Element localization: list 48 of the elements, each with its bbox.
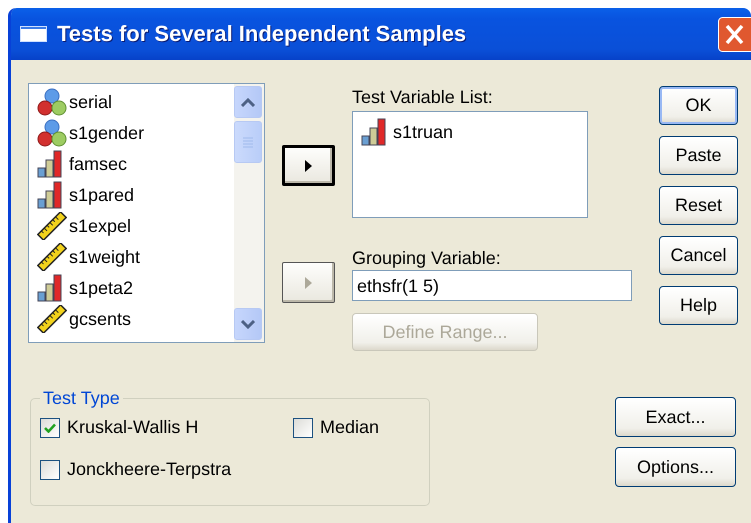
up-caret-icon <box>241 98 255 106</box>
bar-chart-icon <box>37 150 63 178</box>
scroll-thumb[interactable] <box>234 121 262 163</box>
dialog-button[interactable]: Cancel <box>659 236 738 275</box>
dialog-button[interactable]: Paste <box>659 136 738 175</box>
checkbox[interactable] <box>40 418 60 438</box>
dialog-button[interactable]: Help <box>659 286 738 325</box>
grip-icon <box>243 136 253 148</box>
variable-item[interactable]: s1truan <box>393 120 454 142</box>
dialog-button[interactable]: OK <box>659 86 738 125</box>
checkbox[interactable] <box>293 418 313 438</box>
field-label: Grouping Variable: <box>352 248 501 268</box>
dialog-button[interactable]: Options... <box>615 447 736 487</box>
scrollbar[interactable] <box>234 84 264 342</box>
variable-item[interactable]: gcsents <box>69 308 132 330</box>
bar-chart-icon <box>361 118 387 146</box>
dialog-button[interactable]: Reset <box>659 186 738 225</box>
variable-item[interactable]: famsec <box>69 152 128 174</box>
field-label: Test Variable List: <box>352 87 493 107</box>
scroll-up-button[interactable] <box>234 86 262 118</box>
close-icon[interactable] <box>718 16 751 52</box>
scroll-down-button[interactable] <box>234 308 262 340</box>
variable-item[interactable]: s1weight <box>69 246 140 268</box>
variable-list[interactable]: serial s1gender famsec s1pared s1expel s1weight s1peta2 gcsents <box>28 83 265 343</box>
right-triangle-icon <box>305 160 312 172</box>
group-title: Test Type <box>42 388 121 408</box>
checkbox-label: Median <box>320 417 380 438</box>
down-caret-icon <box>241 320 255 328</box>
dialog-button[interactable]: Exact... <box>615 397 736 437</box>
variable-item[interactable]: s1expel <box>69 214 132 236</box>
test-variable-list[interactable]: s1truan <box>352 111 588 218</box>
nominal-icon <box>37 118 67 146</box>
checkbox[interactable] <box>40 460 60 480</box>
variable-item[interactable]: s1pared <box>69 184 134 206</box>
window-icon <box>20 26 47 42</box>
grouping-variable-field[interactable]: ethsfr(1 5) <box>352 270 632 301</box>
variable-item[interactable]: s1peta2 <box>69 276 134 298</box>
variable-item[interactable]: s1gender <box>69 122 144 144</box>
bar-chart-icon <box>37 180 63 208</box>
nominal-icon <box>37 88 67 116</box>
move-button[interactable] <box>282 145 335 186</box>
checkbox-label: Jonckheere-Terpstra <box>67 459 232 480</box>
bar-chart-icon <box>37 274 63 302</box>
window-title: Tests for Several Independent Samples <box>57 21 466 47</box>
right-triangle-icon <box>305 276 312 288</box>
checkbox-label: Kruskal-Wallis H <box>67 417 198 438</box>
variable-item[interactable]: serial <box>69 90 112 112</box>
check-icon <box>44 422 56 432</box>
